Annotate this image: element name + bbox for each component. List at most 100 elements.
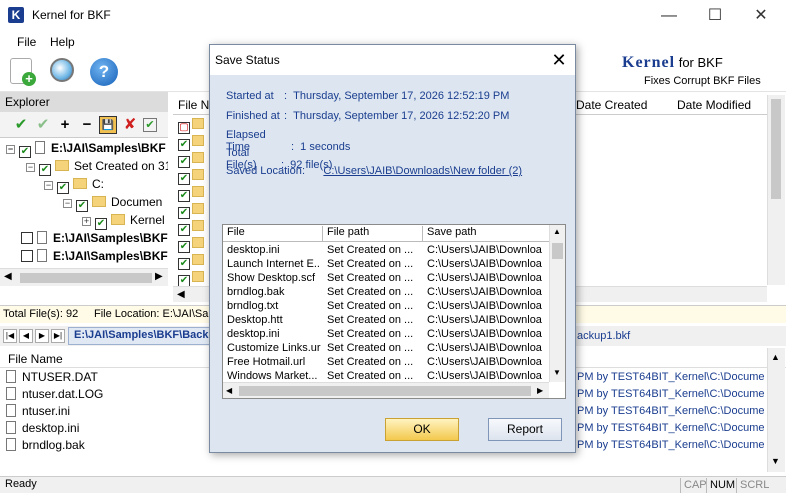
path-tab[interactable]: E:\JAI\Samples\BKF\Backu bbox=[68, 327, 222, 345]
tree-item[interactable]: E:\JAI\Samples\BKF bbox=[21, 229, 168, 247]
scroll-up-icon[interactable]: ▲ bbox=[553, 227, 561, 236]
collapse-node-icon[interactable]: − bbox=[44, 181, 53, 190]
scroll-thumb[interactable] bbox=[771, 99, 781, 199]
scroll-left-icon[interactable]: ◀ bbox=[177, 289, 185, 300]
checkbox[interactable]: ✔ bbox=[178, 173, 190, 185]
select-icon[interactable]: ✔ bbox=[143, 118, 157, 132]
check-all-icon[interactable]: ✔ bbox=[12, 116, 30, 134]
scroll-right-icon[interactable]: ▶ bbox=[537, 386, 543, 395]
checkbox[interactable]: ✔ bbox=[178, 207, 190, 219]
table-row[interactable]: desktop.ini Set Created on ... C:\Users\JA… bbox=[223, 327, 549, 341]
started-label: Started at bbox=[226, 90, 274, 102]
list-item[interactable]: brndlog.bak bbox=[6, 437, 85, 454]
tree-item[interactable]: + ✔ Kernel bbox=[82, 211, 165, 230]
table-row[interactable]: brndlog.bak Set Created on ... C:\Users\JA… bbox=[223, 285, 549, 299]
collapse-node-icon[interactable]: − bbox=[63, 199, 72, 208]
list-item[interactable]: ✔ bbox=[178, 151, 208, 168]
save-icon[interactable]: 💾 bbox=[99, 116, 117, 134]
finished-at-row: Finished at: Thursday, September 17, 202… bbox=[226, 110, 510, 122]
report-button[interactable]: Report bbox=[488, 418, 562, 441]
table-vscrollbar[interactable]: ▲ ▼ bbox=[549, 225, 565, 382]
minimize-icon[interactable]: — bbox=[646, 0, 692, 32]
maximize-icon[interactable]: ☐ bbox=[692, 0, 738, 32]
filelist-vscrollbar[interactable] bbox=[767, 95, 785, 285]
column-file[interactable]: File bbox=[223, 226, 323, 241]
search-icon[interactable] bbox=[50, 58, 74, 82]
menu-help[interactable]: Help bbox=[50, 35, 75, 49]
checkbox[interactable] bbox=[21, 250, 33, 262]
add-icon[interactable]: + bbox=[10, 58, 36, 86]
table-row[interactable]: Launch Internet E... Set Created on ... C:… bbox=[223, 257, 549, 271]
explorer-tree: − ✔ E:\JAI\Samples\BKF − ✔ Set Created on 31… bbox=[0, 138, 168, 286]
table-row[interactable]: Desktop.htt Set Created on ... C:\Users\JA… bbox=[223, 313, 549, 327]
list-item[interactable]: ✔ bbox=[178, 134, 208, 151]
list-item[interactable]: ntuser.dat.LOG bbox=[6, 386, 103, 403]
table-hscrollbar[interactable]: ◀ ▶ bbox=[223, 382, 549, 398]
checkbox[interactable]: ✔ bbox=[178, 258, 190, 270]
scroll-left-icon[interactable]: ◀ bbox=[4, 271, 12, 282]
list-item[interactable]: ✔ bbox=[178, 202, 208, 219]
checkbox[interactable]: ▢ bbox=[178, 122, 190, 134]
list-item[interactable]: desktop.ini bbox=[6, 420, 79, 437]
checkbox[interactable]: ✔ bbox=[178, 139, 190, 151]
tree-item[interactable]: − ✔ Documen bbox=[63, 193, 162, 212]
column-date-modified[interactable]: Date Modified bbox=[677, 98, 751, 112]
next-page-icon[interactable]: ▶ bbox=[35, 329, 49, 343]
bottom-vscrollbar[interactable]: ▲ ▼ bbox=[767, 348, 785, 472]
checkbox[interactable] bbox=[21, 232, 33, 244]
delete-icon[interactable]: ✘ bbox=[121, 116, 139, 134]
file-name: NTUSER.DAT bbox=[22, 370, 98, 384]
tree-item[interactable]: E:\JAI\Samples\BKF bbox=[21, 247, 168, 265]
expand-icon[interactable]: + bbox=[56, 116, 74, 134]
help-icon[interactable]: ? bbox=[90, 58, 118, 86]
table-row[interactable]: Windows Market... Set Created on ... C:\Us… bbox=[223, 369, 549, 383]
scroll-right-icon[interactable]: ▶ bbox=[155, 271, 163, 282]
list-item[interactable]: ntuser.ini bbox=[6, 403, 70, 420]
list-item[interactable]: ✔ bbox=[178, 236, 208, 253]
tree-item[interactable]: − ✔ E:\JAI\Samples\BKF bbox=[6, 139, 166, 158]
scroll-left-icon[interactable]: ◀ bbox=[226, 386, 232, 395]
collapse-node-icon[interactable]: − bbox=[26, 163, 35, 172]
collapse-icon[interactable]: − bbox=[78, 116, 96, 134]
list-item[interactable]: ▢ bbox=[178, 117, 208, 134]
list-item[interactable]: NTUSER.DAT bbox=[6, 369, 98, 386]
column-save-path[interactable]: Save path bbox=[423, 226, 549, 241]
table-row[interactable]: desktop.ini Set Created on ... C:\Users\JA… bbox=[223, 243, 549, 257]
table-row[interactable]: brndlog.txt Set Created on ... C:\Users\JA… bbox=[223, 299, 549, 313]
table-row[interactable]: Show Desktop.scf Set Created on ... C:\Use… bbox=[223, 271, 549, 285]
check-icon[interactable]: ✔ bbox=[34, 116, 52, 134]
ok-button[interactable]: OK bbox=[385, 418, 459, 441]
list-item[interactable]: ✔ bbox=[178, 185, 208, 202]
checkbox[interactable]: ✔ bbox=[178, 156, 190, 168]
close-icon[interactable]: ✕ bbox=[546, 47, 572, 73]
tree-item[interactable]: − ✔ Set Created on 31 bbox=[26, 157, 168, 176]
column-file-path[interactable]: File path bbox=[323, 226, 423, 241]
scroll-down-icon[interactable]: ▼ bbox=[771, 456, 780, 466]
list-item[interactable]: ✔ bbox=[178, 219, 208, 236]
checkbox[interactable]: ✔ bbox=[178, 241, 190, 253]
checkbox[interactable]: ✔ bbox=[178, 190, 190, 202]
scroll-thumb[interactable] bbox=[239, 386, 531, 396]
checkbox[interactable]: ✔ bbox=[178, 224, 190, 236]
list-item[interactable]: ✔ bbox=[178, 253, 208, 270]
expand-node-icon[interactable]: + bbox=[82, 217, 91, 226]
list-item[interactable]: ✔ bbox=[178, 270, 208, 287]
column-file-name-bottom[interactable]: File Name bbox=[8, 352, 63, 366]
close-window-icon[interactable]: ✕ bbox=[738, 0, 784, 32]
list-item[interactable]: ✔ bbox=[178, 168, 208, 185]
first-page-icon[interactable]: |◀ bbox=[3, 329, 17, 343]
column-date-created[interactable]: Date Created bbox=[576, 98, 647, 112]
scroll-down-icon[interactable]: ▼ bbox=[553, 368, 561, 377]
table-row[interactable]: Free Hotmail.url Set Created on ... C:\Use… bbox=[223, 355, 549, 369]
explorer-hscrollbar[interactable]: ◀ ▶ bbox=[0, 268, 168, 286]
scroll-thumb[interactable] bbox=[20, 273, 152, 283]
tree-item[interactable]: − ✔ C: bbox=[44, 175, 104, 194]
scroll-up-icon[interactable]: ▲ bbox=[771, 352, 780, 362]
prev-page-icon[interactable]: ◀ bbox=[19, 329, 33, 343]
saved-location-link[interactable]: C:\Users\JAIB\Downloads\New folder (2) bbox=[323, 165, 522, 177]
scroll-thumb[interactable] bbox=[552, 243, 563, 259]
collapse-node-icon[interactable]: − bbox=[6, 145, 15, 154]
menu-file[interactable]: File bbox=[17, 35, 36, 49]
table-row[interactable]: Customize Links.url Set Created on ... C:\… bbox=[223, 341, 549, 355]
last-page-icon[interactable]: ▶| bbox=[51, 329, 65, 343]
